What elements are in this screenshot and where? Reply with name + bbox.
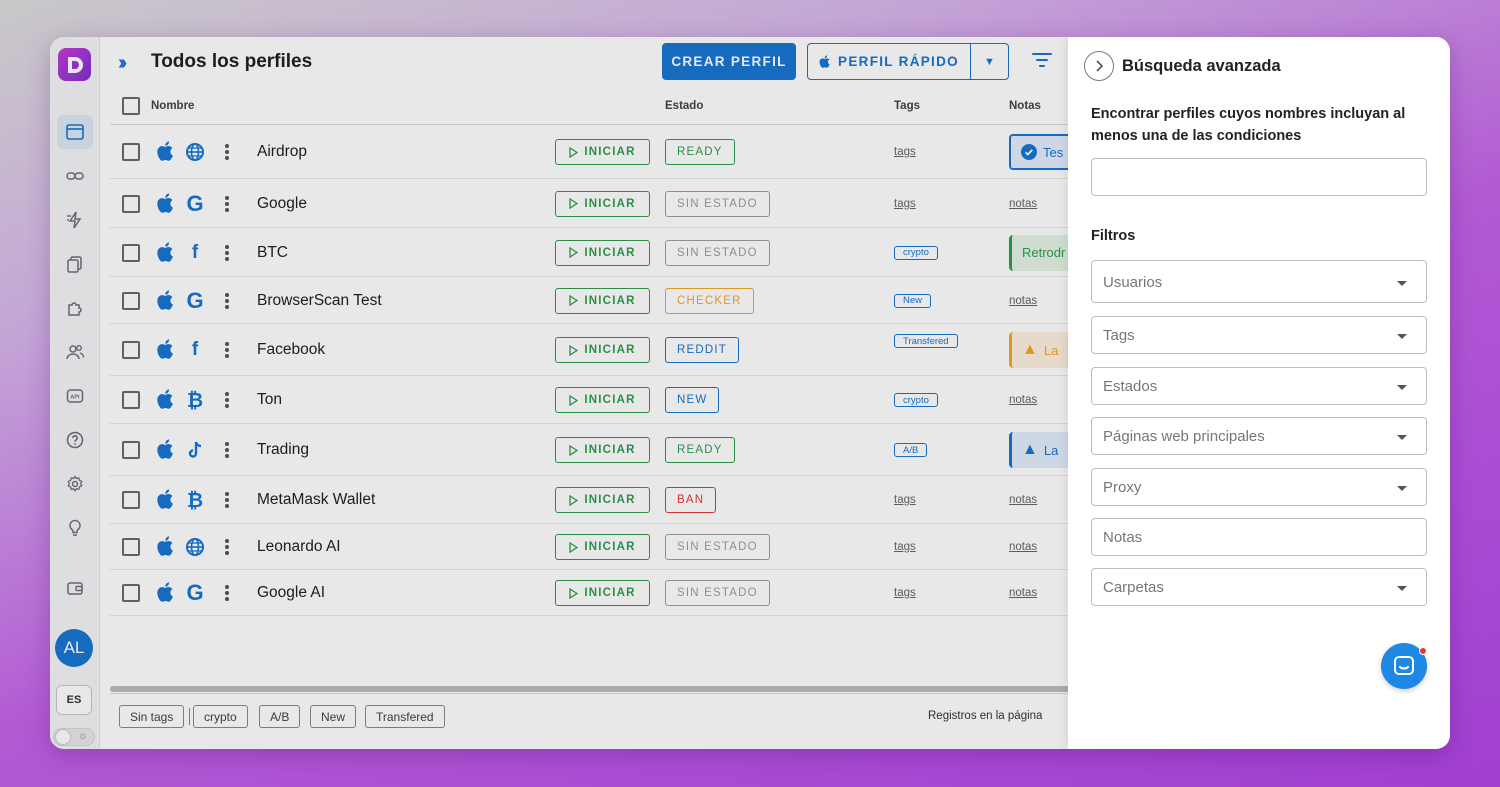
filter-proxy[interactable]: Proxy — [1091, 468, 1427, 506]
chat-icon — [1394, 656, 1414, 675]
notification-dot — [1419, 647, 1427, 655]
advanced-search-panel: Búsqueda avanzada Encontrar perfiles cuy… — [1068, 37, 1450, 749]
filter-placeholder: Usuarios — [1103, 273, 1163, 291]
filter-estados[interactable]: Estados — [1091, 367, 1427, 405]
filter-usuarios[interactable]: Usuarios — [1091, 260, 1427, 303]
app-window: API AL ES ☼ ›› Todos los perfiles CREAR … — [50, 37, 1450, 749]
filter-placeholder: Estados — [1103, 378, 1158, 395]
filter-notas[interactable]: Notas — [1091, 518, 1427, 556]
filter-placeholder: Proxy — [1103, 479, 1142, 496]
close-panel-button[interactable] — [1084, 51, 1114, 81]
filter-placeholder: Notas — [1103, 529, 1143, 546]
filter-placeholder: Carpetas — [1103, 579, 1164, 596]
filter-carpetas[interactable]: Carpetas — [1091, 568, 1427, 606]
chevron-down-icon — [1397, 486, 1407, 491]
chevron-down-icon — [1397, 586, 1407, 591]
chevron-right-icon — [1096, 60, 1104, 72]
chevron-down-icon — [1397, 435, 1407, 440]
name-condition-input[interactable] — [1091, 158, 1427, 196]
filter-placeholder: Páginas web principales — [1103, 428, 1265, 445]
chevron-down-icon — [1397, 385, 1407, 390]
chevron-down-icon — [1397, 280, 1407, 286]
filter-páginas-web-principales[interactable]: Páginas web principales — [1091, 417, 1427, 455]
filter-placeholder: Tags — [1103, 327, 1135, 344]
filters-heading: Filtros — [1091, 228, 1136, 244]
panel-description: Encontrar perfiles cuyos nombres incluya… — [1091, 106, 1406, 144]
panel-title: Búsqueda avanzada — [1122, 57, 1281, 75]
filter-tags[interactable]: Tags — [1091, 316, 1427, 354]
modal-backdrop[interactable] — [50, 37, 1068, 749]
chevron-down-icon — [1397, 334, 1407, 339]
